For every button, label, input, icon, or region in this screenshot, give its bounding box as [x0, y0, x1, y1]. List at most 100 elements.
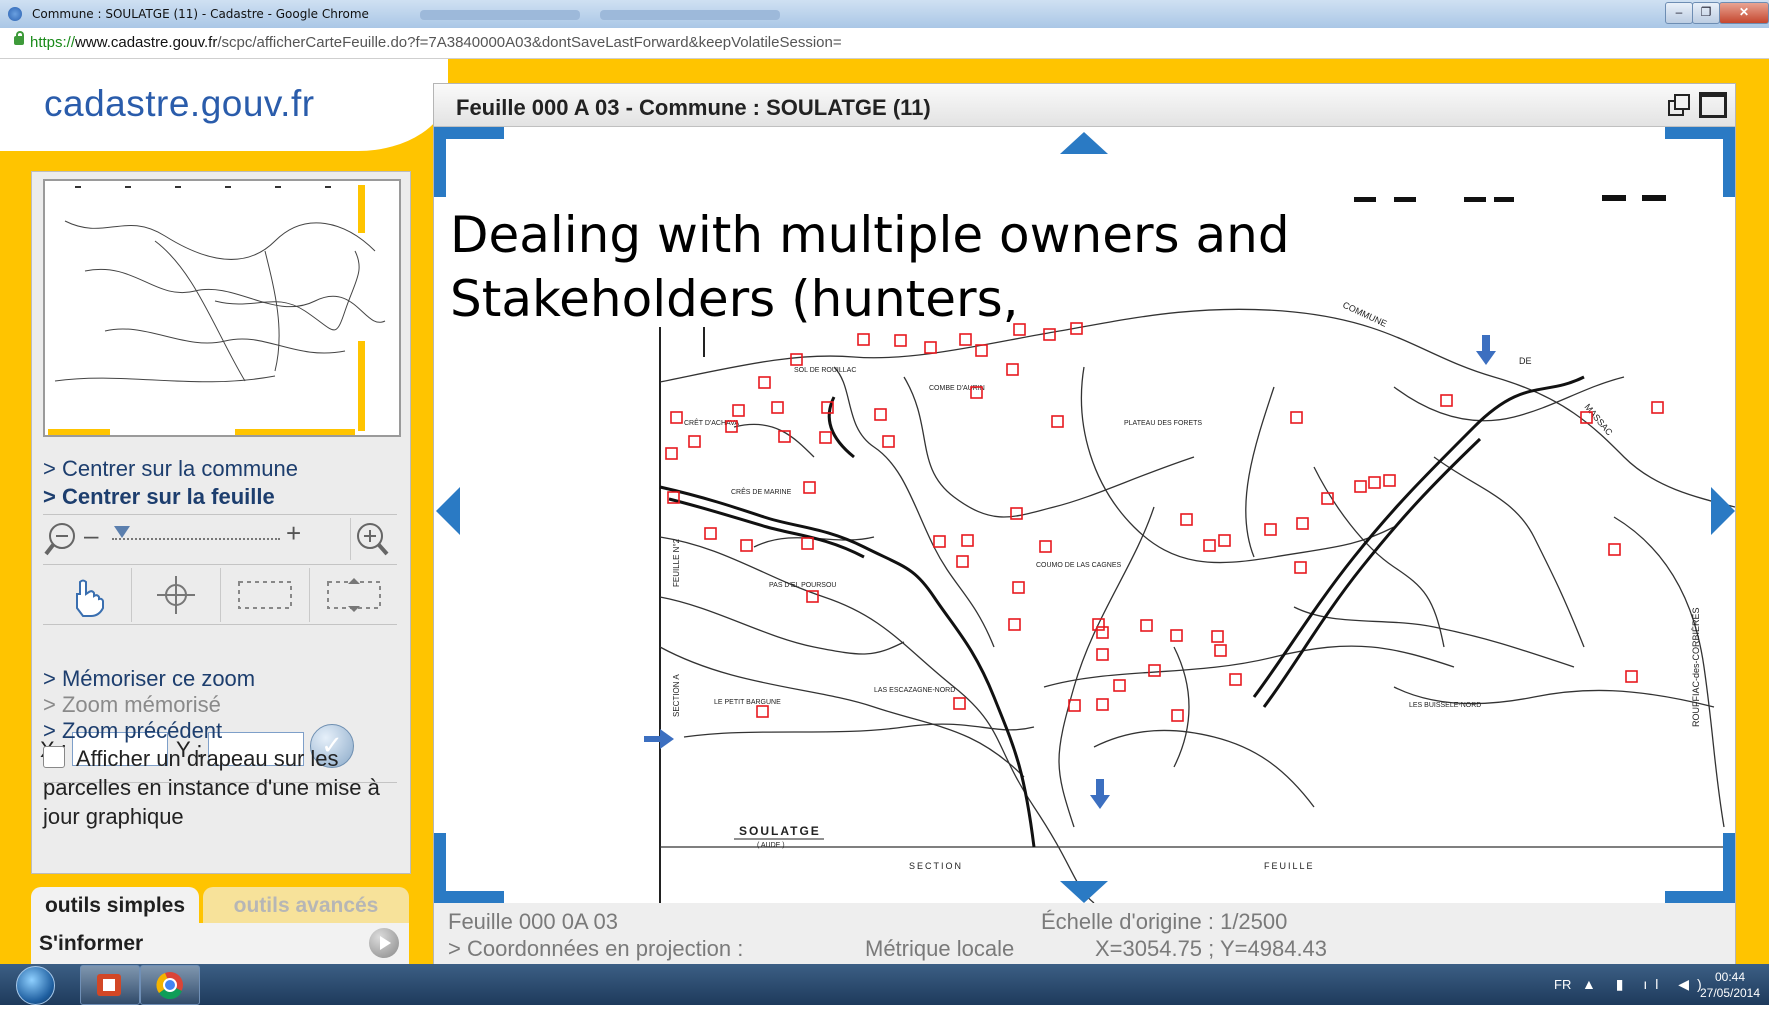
parcel-marker[interactable] [953, 697, 966, 710]
taskbar-app-powerpoint[interactable] [80, 965, 140, 1005]
parcel-marker[interactable] [933, 535, 946, 548]
cursor-coordinates: X=3054.75 ; Y=4984.43 [1095, 936, 1328, 961]
taskbar-app-chrome[interactable] [140, 965, 200, 1005]
parcel-marker[interactable] [1113, 679, 1126, 692]
site-logo[interactable]: cadastre.gouv.fr [44, 83, 315, 125]
address-bar[interactable]: https://www.cadastre.gouv.fr/scpc/affich… [0, 28, 1769, 59]
parcel-marker[interactable] [732, 404, 745, 417]
zoom-slider-thumb[interactable] [114, 526, 131, 538]
pan-south-arrow[interactable] [1060, 881, 1108, 903]
parcel-marker[interactable] [1180, 513, 1193, 526]
zoom-in-button[interactable] [350, 518, 391, 560]
map-window: Feuille 000 A 03 - Commune : SOULATGE (1… [433, 83, 1736, 966]
parcel-marker[interactable] [1012, 581, 1025, 594]
parcel-marker[interactable] [1148, 664, 1161, 677]
parcel-marker[interactable] [803, 481, 816, 494]
parcel-marker[interactable] [1096, 626, 1109, 639]
system-tray-icons[interactable]: ▲ ▮ ıl ◀) [1582, 976, 1710, 993]
restore-window-button[interactable] [1667, 93, 1691, 117]
parcel-marker[interactable] [790, 353, 803, 366]
parcel-marker[interactable] [1010, 507, 1023, 520]
start-button[interactable] [16, 966, 55, 1005]
tab-simple-tools[interactable]: outils simples [31, 887, 199, 923]
play-arrow-icon[interactable] [369, 928, 399, 958]
close-button[interactable]: ✕ [1719, 2, 1769, 24]
parcel-marker[interactable] [1229, 673, 1242, 686]
cadastral-map[interactable]: SOL DE ROUILLAC CRÊT D'ACHAVA COMBE D'AU… [434, 127, 1735, 903]
parcel-marker[interactable] [1008, 618, 1021, 631]
center-on-commune-link[interactable]: > Centrer sur la commune [43, 456, 298, 482]
parcel-marker[interactable] [1651, 401, 1664, 414]
window-title: Commune : SOULATGE (11) - Cadastre - Goo… [32, 7, 369, 21]
parcel-marker[interactable] [1608, 543, 1621, 556]
minimize-button[interactable]: – [1665, 2, 1693, 24]
parcel-marker[interactable] [1211, 630, 1224, 643]
parcel-marker[interactable] [1354, 480, 1367, 493]
memorize-zoom-link[interactable]: > Mémoriser ce zoom [43, 666, 255, 692]
zoom-out-button[interactable] [43, 518, 81, 560]
browser-tab[interactable] [600, 10, 780, 20]
parcel-marker[interactable] [959, 333, 972, 346]
parcel-marker[interactable] [1264, 523, 1277, 536]
parcel-marker[interactable] [1096, 698, 1109, 711]
parcel-marker[interactable] [665, 447, 678, 460]
parcel-marker[interactable] [801, 537, 814, 550]
center-tool-button[interactable] [132, 568, 221, 622]
overview-map[interactable] [43, 179, 401, 437]
parcel-marker[interactable] [1440, 394, 1453, 407]
parcel-marker[interactable] [1140, 619, 1153, 632]
parcel-marker[interactable] [1290, 411, 1303, 424]
parcel-marker[interactable] [857, 333, 870, 346]
parcel-marker[interactable] [756, 705, 769, 718]
parcel-marker[interactable] [874, 408, 887, 421]
zoom-box-tool-button[interactable] [221, 568, 310, 622]
parcel-marker[interactable] [1625, 670, 1638, 683]
parcel-marker[interactable] [1296, 517, 1309, 530]
map-label: LES BUISSELE-NORD [1409, 702, 1481, 709]
clock[interactable]: 00:44 27/05/2014 [1694, 969, 1766, 1001]
tab-advanced-tools[interactable]: outils avancés [203, 887, 409, 923]
projection-coords-link[interactable]: > Coordonnées en projection : [448, 936, 743, 962]
parcel-marker[interactable] [1170, 629, 1183, 642]
parcel-marker[interactable] [670, 411, 683, 424]
parcel-marker[interactable] [1214, 644, 1227, 657]
parcel-marker[interactable] [1051, 415, 1064, 428]
maximize-map-button[interactable] [1699, 92, 1727, 118]
language-indicator[interactable]: FR [1554, 977, 1571, 992]
parcel-marker[interactable] [1203, 539, 1216, 552]
parcel-marker[interactable] [704, 527, 717, 540]
pan-east-arrow[interactable] [1711, 487, 1735, 535]
pan-tool-button[interactable] [43, 568, 132, 622]
parcel-marker[interactable] [1218, 534, 1231, 547]
previous-zoom-link[interactable]: > Zoom précédent [43, 718, 222, 744]
zoom-slider[interactable] [112, 526, 280, 542]
parcel-marker[interactable] [1383, 474, 1396, 487]
parcel-marker[interactable] [894, 334, 907, 347]
map-label: PLATEAU DES FORETS [1124, 420, 1202, 427]
parcel-marker[interactable] [961, 534, 974, 547]
parcel-marker[interactable] [1006, 363, 1019, 376]
parcel-marker[interactable] [688, 435, 701, 448]
parcel-marker[interactable] [771, 401, 784, 414]
parcel-marker[interactable] [758, 376, 771, 389]
info-section-header[interactable]: S'informer [31, 923, 409, 964]
parcel-marker[interactable] [1294, 561, 1307, 574]
parcel-marker[interactable] [1171, 709, 1184, 722]
parcel-marker[interactable] [956, 555, 969, 568]
browser-tab[interactable] [420, 10, 580, 20]
url-text[interactable]: https://www.cadastre.gouv.fr/scpc/affich… [30, 34, 842, 51]
parcel-marker[interactable] [1368, 476, 1381, 489]
parcel-marker[interactable] [740, 539, 753, 552]
full-extent-tool-button[interactable] [310, 568, 397, 622]
divider [43, 514, 397, 515]
parcel-marker[interactable] [1039, 540, 1052, 553]
parcel-marker[interactable] [1096, 648, 1109, 661]
pan-west-arrow[interactable] [436, 487, 460, 535]
maximize-button[interactable]: ❐ [1692, 2, 1720, 24]
parcel-marker[interactable] [882, 435, 895, 448]
parcel-marker[interactable] [819, 431, 832, 444]
pan-north-arrow[interactable] [1060, 132, 1108, 154]
parcel-marker[interactable] [1068, 699, 1081, 712]
center-on-sheet-link[interactable]: > Centrer sur la feuille [43, 484, 275, 510]
parcel-marker[interactable] [924, 341, 937, 354]
